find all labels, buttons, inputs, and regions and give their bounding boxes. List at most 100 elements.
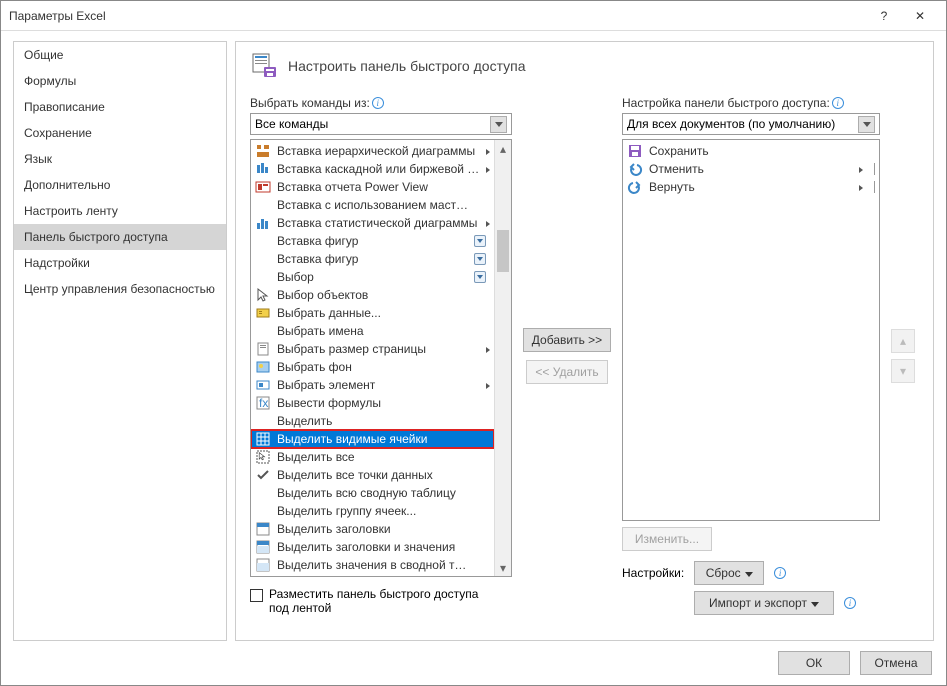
sidebar-item-label: Формулы: [24, 74, 76, 88]
command-item[interactable]: Выделить видимые ячейки: [251, 430, 494, 448]
scroll-down-arrow[interactable]: ▾: [495, 559, 511, 576]
command-item-label: Выбрать фон: [277, 360, 468, 374]
qat-item[interactable]: Вернуть: [623, 178, 879, 196]
info-icon[interactable]: i: [832, 97, 844, 109]
command-item[interactable]: Вставка с использованием мастера...: [251, 196, 494, 214]
command-item-label: Выделить видимые ячейки: [277, 432, 468, 446]
sidebar-item-label: Надстройки: [24, 256, 90, 270]
datasrc-icon: [255, 305, 271, 321]
fx-icon: fx: [255, 395, 271, 411]
dropdown-value: Для всех документов (по умолчанию): [627, 117, 835, 131]
info-icon[interactable]: i: [774, 567, 786, 579]
pv-icon: [255, 179, 271, 195]
sidebar-item-qat[interactable]: Панель быстрого доступа: [14, 224, 226, 250]
info-icon[interactable]: i: [372, 97, 384, 109]
qat-listbox[interactable]: СохранитьОтменитьВернуть: [622, 139, 880, 521]
command-item-label: Выбор: [277, 270, 468, 284]
redo-icon: [627, 179, 643, 195]
spacer: [474, 433, 486, 445]
bg-icon: [255, 359, 271, 375]
spacer: [474, 541, 486, 553]
submenu-arrow-icon: [486, 342, 490, 356]
help-button[interactable]: ?: [866, 2, 902, 30]
close-icon: ✕: [915, 9, 925, 23]
command-item-label: Выбрать элемент: [277, 378, 480, 392]
command-item[interactable]: Выбрать фон: [251, 358, 494, 376]
command-item[interactable]: Вставка каскадной или биржевой д...: [251, 160, 494, 178]
command-item-label: Вставка отчета Power View: [277, 180, 468, 194]
dialog-body: Общие Формулы Правописание Сохранение Яз…: [1, 31, 946, 641]
check-icon: [255, 467, 271, 483]
spacer: [474, 451, 486, 463]
qat-item[interactable]: Сохранить: [623, 142, 879, 160]
ok-button[interactable]: ОК: [778, 651, 850, 675]
sidebar-item-trust-center[interactable]: Центр управления безопасностью: [14, 276, 226, 302]
command-item[interactable]: fxВывести формулы: [251, 394, 494, 412]
command-item-label: Выбрать имена: [277, 324, 468, 338]
sidebar-item-language[interactable]: Язык: [14, 146, 226, 172]
sidebar-item-label: Язык: [24, 152, 52, 166]
command-item[interactable]: Выбрать размер страницы: [251, 340, 494, 358]
command-item[interactable]: Вставка фигур: [251, 250, 494, 268]
checkbox[interactable]: [250, 589, 263, 602]
spacer: [474, 397, 486, 409]
hdr-icon: [255, 521, 271, 537]
button-label: Сброс: [706, 566, 741, 580]
command-item-label: Вставка фигур: [277, 234, 468, 248]
commands-listbox[interactable]: Вставка иерархической диаграммыВставка к…: [250, 139, 512, 577]
svg-text:fx: fx: [259, 396, 268, 410]
chevron-down-icon: [743, 566, 753, 580]
command-item[interactable]: Вставка статистической диаграммы: [251, 214, 494, 232]
command-item[interactable]: Вставка отчета Power View: [251, 178, 494, 196]
spacer: [474, 487, 486, 499]
cursor-icon: [255, 287, 271, 303]
sidebar-item-customize-ribbon[interactable]: Настроить ленту: [14, 198, 226, 224]
command-item[interactable]: Выбор объектов: [251, 286, 494, 304]
spacer: [474, 415, 486, 427]
command-item[interactable]: Выделить все: [251, 448, 494, 466]
sidebar-item-proofing[interactable]: Правописание: [14, 94, 226, 120]
remove-button: << Удалить: [526, 360, 608, 384]
command-item[interactable]: Выделить группу ячеек...: [251, 502, 494, 520]
command-item[interactable]: Вставка иерархической диаграммы: [251, 142, 494, 160]
sidebar-item-general[interactable]: Общие: [14, 42, 226, 68]
command-item[interactable]: Выделить заголовки: [251, 520, 494, 538]
command-item[interactable]: Вставка фигур: [251, 232, 494, 250]
reset-button[interactable]: Сброс: [694, 561, 764, 585]
under-qat-controls: Изменить... Настройки: Сброс i Импорт и …: [622, 527, 880, 615]
spacer: [474, 289, 486, 301]
sidebar-item-formulas[interactable]: Формулы: [14, 68, 226, 94]
sidebar-item-advanced[interactable]: Дополнительно: [14, 172, 226, 198]
spacer: [474, 361, 486, 373]
import-row: Импорт и экспорт i: [622, 591, 880, 615]
sidebar-item-label: Правописание: [24, 100, 105, 114]
spacer: [474, 523, 486, 535]
command-item[interactable]: Выделить всю сводную таблицу: [251, 484, 494, 502]
command-item-label: Выделить группу ячеек...: [277, 504, 468, 518]
sidebar-item-label: Настроить ленту: [24, 204, 118, 218]
customize-qat-dropdown[interactable]: Для всех документов (по умолчанию): [622, 113, 880, 135]
close-button[interactable]: ✕: [902, 2, 938, 30]
import-export-button[interactable]: Импорт и экспорт: [694, 591, 834, 615]
command-item[interactable]: Выбрать данные...: [251, 304, 494, 322]
command-item[interactable]: Выделить: [251, 412, 494, 430]
command-item[interactable]: Выбор: [251, 268, 494, 286]
submenu-arrow-icon: [486, 162, 490, 176]
scroll-up-arrow[interactable]: ▴: [495, 140, 511, 157]
sidebar-item-save[interactable]: Сохранение: [14, 120, 226, 146]
scrollbar[interactable]: ▴ ▾: [494, 140, 511, 576]
scroll-thumb[interactable]: [497, 230, 509, 272]
command-item[interactable]: Выделить все точки данных: [251, 466, 494, 484]
command-item[interactable]: Выделить заголовки и значения: [251, 538, 494, 556]
command-item[interactable]: Выбрать элемент: [251, 376, 494, 394]
cancel-button[interactable]: Отмена: [860, 651, 932, 675]
add-button[interactable]: Добавить >>: [523, 328, 611, 352]
choose-commands-dropdown[interactable]: Все команды: [250, 113, 512, 135]
dropdown-value: Все команды: [255, 117, 328, 131]
command-item[interactable]: Выбрать имена: [251, 322, 494, 340]
command-item[interactable]: Выделить значения в сводной табл...: [251, 556, 494, 574]
info-icon[interactable]: i: [844, 597, 856, 609]
qat-item[interactable]: Отменить: [623, 160, 879, 178]
sidebar-item-addins[interactable]: Надстройки: [14, 250, 226, 276]
button-label: Импорт и экспорт: [709, 596, 807, 610]
